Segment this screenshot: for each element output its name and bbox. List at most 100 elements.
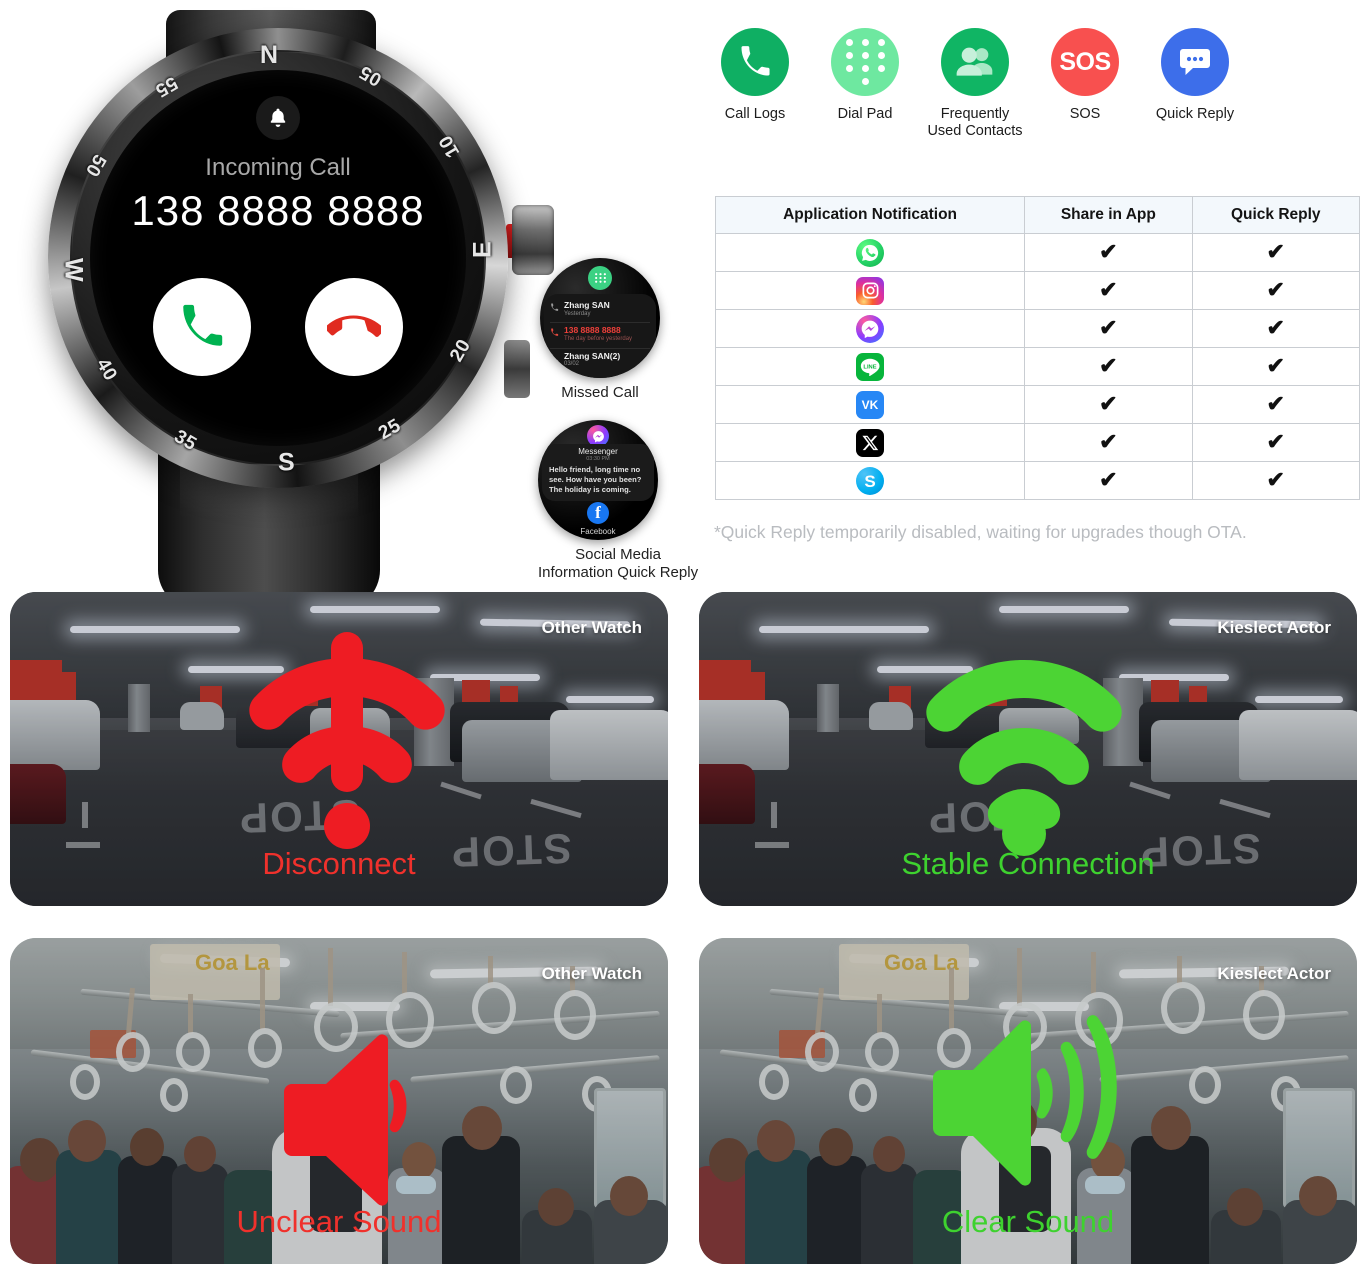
notification-app-name: Messenger — [578, 447, 618, 456]
call-status-text: Incoming Call — [205, 154, 351, 181]
cell-app-icon — [714, 423, 1026, 462]
smartwatch: N E S W 05 10 20 25 35 40 50 55 Incoming Call 138 8… — [18, 10, 554, 610]
sos-icon: SOS — [1051, 28, 1119, 96]
feature-label: Frequently Used Contacts — [920, 106, 1030, 141]
feature-label-line-2: Used Contacts — [927, 123, 1023, 140]
skype-icon: S — [856, 466, 885, 495]
svg-text:LINE: LINE — [863, 364, 876, 370]
cell-app-icon: VK — [714, 385, 1026, 424]
feature-label: Dial Pad — [837, 106, 893, 122]
bezel-mark: W — [59, 258, 88, 283]
panel-kieslect-clear-sound: Goa La Kieslect Actor Clear Sound — [699, 938, 1357, 1264]
call-action-buttons — [90, 278, 466, 376]
table-footnote: *Quick Reply temporarily disabled, waiti… — [714, 522, 1247, 542]
check-icon: ✔ — [1266, 467, 1285, 492]
table-row: ✔ ✔ — [714, 233, 1361, 272]
check-icon: ✔ — [1266, 429, 1285, 454]
list-item[interactable]: 138 8888 8888 The day before yesterday — [550, 323, 650, 349]
table-row: ✔ ✔ — [714, 271, 1361, 310]
panel-label: Other Watch — [541, 618, 642, 637]
call-contact-name: 138 8888 8888 — [564, 325, 621, 336]
check-icon: ✔ — [1266, 239, 1285, 264]
whatsapp-icon — [856, 238, 885, 267]
svg-text:VK: VK — [862, 398, 879, 412]
sos-text: SOS — [1059, 47, 1111, 76]
table-row: LINE ✔ ✔ — [714, 347, 1361, 386]
cell-share-in-app: ✔ — [1024, 461, 1193, 500]
missed-call-preview: Zhang SAN Yesterday 138 8888 8888 The da… — [540, 258, 660, 402]
notification-card[interactable]: Messenger 03:30 PM Hello friend, long ti… — [542, 444, 654, 502]
check-icon: ✔ — [1266, 353, 1285, 378]
notification-support-table: Application Notification Share in App Qu… — [714, 196, 1361, 500]
cell-share-in-app: ✔ — [1024, 309, 1193, 348]
cell-share-in-app: ✔ — [1024, 233, 1193, 272]
speaker-high-icon — [933, 1015, 1117, 1186]
cell-quick-reply: ✔ — [1191, 347, 1361, 386]
feature-call-logs[interactable]: Call Logs — [700, 28, 810, 141]
social-quick-reply-caption: Social Media Information Quick Reply — [538, 546, 698, 581]
table-row: S ✔ ✔ — [714, 461, 1361, 500]
table-row: ✔ ✔ — [714, 309, 1361, 348]
bezel-mark: 05 — [355, 60, 386, 90]
check-icon: ✔ — [1099, 315, 1118, 340]
wifi-connected-icon — [926, 660, 1122, 856]
column-header-app: Application Notification — [714, 196, 1026, 234]
bezel-mark: 25 — [375, 414, 405, 445]
speaker-low-icon — [284, 1034, 407, 1206]
watch-showcase: N E S W 05 10 20 25 35 40 50 55 Incoming Call 138 8… — [0, 0, 700, 610]
cell-app-icon: S — [714, 461, 1026, 500]
feature-icon-row: Call Logs Dial Pad Frequently Used Conta… — [700, 28, 1360, 141]
feature-label-line-1: Frequently — [940, 106, 1010, 122]
svg-text:S: S — [864, 472, 875, 491]
table-row: ✔ ✔ — [714, 423, 1361, 462]
line-icon: LINE — [856, 352, 885, 381]
cell-app-icon — [714, 233, 1026, 272]
cell-quick-reply: ✔ — [1191, 233, 1361, 272]
cell-quick-reply: ✔ — [1191, 461, 1361, 500]
vk-icon: VK — [856, 390, 885, 419]
list-item[interactable]: Zhang SAN(2) 03/02 — [550, 349, 650, 373]
bezel-mark: 55 — [151, 71, 181, 102]
feature-frequent-contacts[interactable]: Frequently Used Contacts — [920, 28, 1030, 141]
feature-sos[interactable]: SOS SOS — [1030, 28, 1140, 141]
feature-dial-pad[interactable]: Dial Pad — [810, 28, 920, 141]
column-header-quick-reply: Quick Reply — [1191, 196, 1361, 234]
call-contact-name: Zhang SAN(2) — [564, 350, 621, 361]
missed-call-list[interactable]: Zhang SAN Yesterday 138 8888 8888 The da… — [544, 294, 656, 378]
notification-message: Hello friend, long time no see. How have… — [549, 465, 642, 495]
feature-label: SOS — [1069, 106, 1101, 122]
accept-call-button[interactable] — [153, 278, 251, 376]
cell-quick-reply: ✔ — [1191, 309, 1361, 348]
panel-label: Kieslect Actor — [1217, 618, 1331, 637]
cell-app-icon — [714, 271, 1026, 310]
wifi-disconnected-icon — [249, 632, 445, 849]
missed-call-watch-face: Zhang SAN Yesterday 138 8888 8888 The da… — [540, 258, 660, 378]
panel-other-watch-disconnect: STOP STOP Other Watch Disconnect — [10, 592, 668, 906]
bell-icon — [256, 96, 300, 140]
panel-caption: Unclear Sound — [236, 1204, 442, 1239]
feature-quick-reply[interactable]: Quick Reply — [1140, 28, 1250, 141]
cell-share-in-app: ✔ — [1024, 385, 1193, 424]
notification-source-label: Facebook — [580, 527, 616, 536]
feature-label: Quick Reply — [1155, 106, 1235, 122]
table-row: VK ✔ ✔ — [714, 385, 1361, 424]
list-item[interactable]: Zhang SAN Yesterday — [550, 298, 650, 324]
feature-label: Call Logs — [724, 106, 786, 122]
check-icon: ✔ — [1099, 353, 1118, 378]
caption-line-1: Social Media — [575, 546, 661, 563]
cell-quick-reply: ✔ — [1191, 423, 1361, 462]
messenger-icon — [856, 314, 885, 343]
caption-line-2: Information Quick Reply — [538, 563, 699, 581]
cell-share-in-app: ✔ — [1024, 347, 1193, 386]
cell-app-icon — [714, 309, 1026, 348]
decline-call-button[interactable] — [305, 278, 403, 376]
panel-label: Other Watch — [541, 964, 642, 983]
panel-caption: Stable Connection — [901, 846, 1155, 881]
check-icon: ✔ — [1266, 315, 1285, 340]
check-icon: ✔ — [1266, 277, 1285, 302]
panel-label: Kieslect Actor — [1217, 964, 1331, 983]
bezel-mark: S — [278, 448, 296, 477]
bezel-mark: N — [259, 39, 278, 68]
cell-quick-reply: ✔ — [1191, 385, 1361, 424]
call-time: Yesterday — [564, 310, 591, 317]
